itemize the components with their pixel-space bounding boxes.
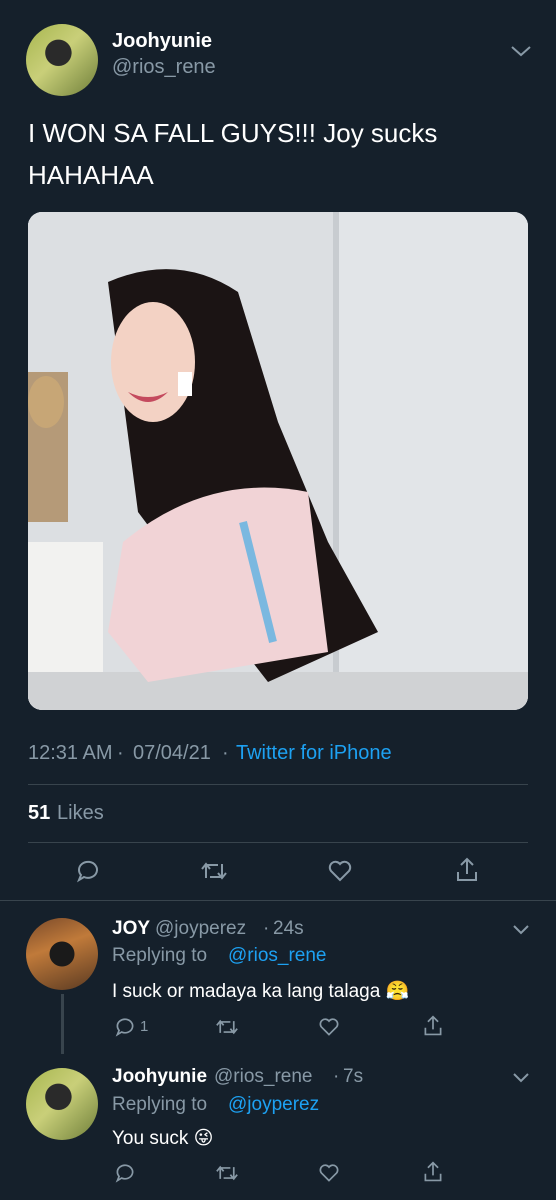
reply-time: 7s	[343, 1066, 364, 1087]
reply-icon[interactable]	[75, 858, 101, 884]
retweet-icon[interactable]	[215, 1016, 239, 1038]
share-icon[interactable]	[454, 856, 480, 884]
reply-text: I suck or madaya ka lang talaga 😤	[112, 981, 410, 1002]
retweet-icon[interactable]	[215, 1162, 239, 1184]
reply-author-name[interactable]: JOY	[112, 918, 150, 940]
likes-count[interactable]: 51	[28, 802, 50, 825]
chevron-down-icon[interactable]	[510, 44, 532, 58]
tweet-meta-separator: ·	[222, 742, 229, 764]
avatar[interactable]	[26, 918, 98, 990]
chevron-down-icon[interactable]	[512, 924, 530, 936]
reply-author-handle[interactable]: @joyperez	[155, 918, 246, 940]
tweet-meta-separator: ·	[117, 742, 124, 764]
tweet-text-line-1: I WON SA FALL GUYS!!! Joy sucks	[28, 118, 438, 148]
tweet-time: 12:31 AM	[28, 742, 113, 764]
likes-label[interactable]: Likes	[57, 802, 104, 825]
heart-icon[interactable]	[318, 1016, 340, 1038]
reply-icon[interactable]	[114, 1162, 136, 1184]
share-icon[interactable]	[422, 1160, 444, 1184]
tweet-text-line-2: HAHAHAA	[28, 160, 154, 190]
chevron-down-icon[interactable]	[512, 1072, 530, 1084]
reply-meta-separator: ·	[263, 918, 270, 939]
avatar[interactable]	[26, 1068, 98, 1140]
tweet-author-name[interactable]: Joohyunie	[112, 30, 212, 53]
reply-time: 24s	[273, 918, 304, 939]
replying-to-prefix: Replying to	[112, 945, 208, 966]
replying-to-prefix: Replying to	[112, 1094, 208, 1115]
thread-line	[61, 994, 64, 1054]
reply-author-handle[interactable]: @rios_rene	[214, 1066, 313, 1088]
tweet-photo[interactable]	[28, 212, 528, 710]
avatar[interactable]	[26, 24, 98, 96]
share-icon[interactable]	[422, 1014, 444, 1038]
retweet-icon[interactable]	[200, 858, 228, 884]
heart-icon[interactable]	[318, 1162, 340, 1184]
reply-text: You suck 😜	[112, 1128, 214, 1149]
reply-author-name[interactable]: Joohyunie	[112, 1066, 207, 1088]
divider	[28, 842, 528, 843]
tweet-author-handle[interactable]: @rios_rene	[112, 56, 216, 79]
tweet-source-link[interactable]: Twitter for iPhone	[236, 742, 392, 765]
divider	[0, 900, 556, 901]
reply-count: 1	[140, 1018, 149, 1035]
replying-to-link[interactable]: @joyperez	[228, 1094, 319, 1116]
tweet-date: 07/04/21	[133, 742, 211, 764]
replying-to-link[interactable]: @rios_rene	[228, 945, 327, 967]
reply-meta-separator: ·	[333, 1066, 340, 1087]
reply-icon[interactable]	[114, 1016, 136, 1038]
divider	[28, 784, 528, 785]
heart-icon[interactable]	[327, 858, 353, 884]
